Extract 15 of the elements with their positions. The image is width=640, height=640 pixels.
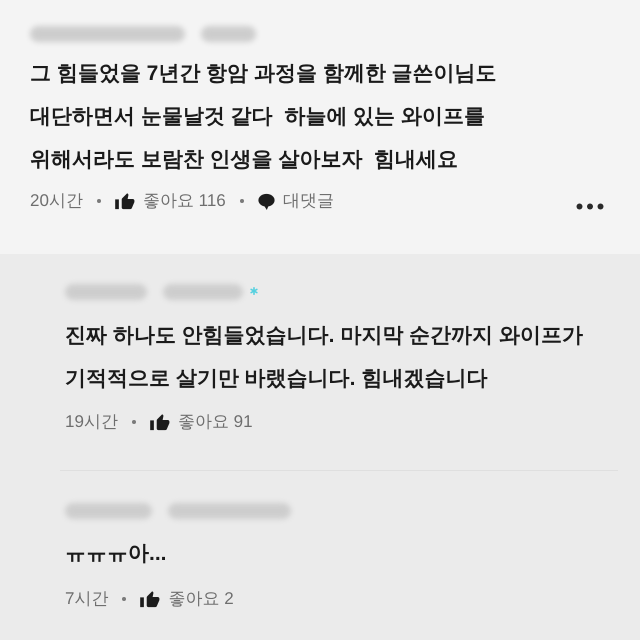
time-ago: 7시간 [65,588,108,610]
comment-text: 그 힘들었을 7년간 항암 과정을 함께한 글쓴이님도 대단하면서 눈물날것 같다 하늘에 있는 와이프를 위해서라도 보람찬 인생을 살아보자 힘내세요 [30,61,497,173]
time-ago: 19시간 [65,411,118,434]
thumbs-up-icon [114,192,135,210]
thumbs-up-icon [150,413,170,431]
comment-text: ㅠㅠㅠ아... [65,541,167,567]
speech-bubble-icon [258,192,275,210]
more-icon [576,202,604,210]
like-button[interactable]: 좋아요 2 [140,586,234,612]
time-ago: 20시간 [30,190,83,212]
thumbs-up-icon [140,590,160,608]
like-button[interactable]: 좋아요 91 [150,409,253,435]
reply-button[interactable]: 대댓글 [258,188,334,214]
like-button[interactable]: 좋아요 116 [114,188,226,214]
comment-text: 진짜 하나도 안힘들었습니다. 마지막 순간까지 와이프가 기적적으로 살기만 바랬습니다. 힘내겠습니다 [65,323,584,392]
